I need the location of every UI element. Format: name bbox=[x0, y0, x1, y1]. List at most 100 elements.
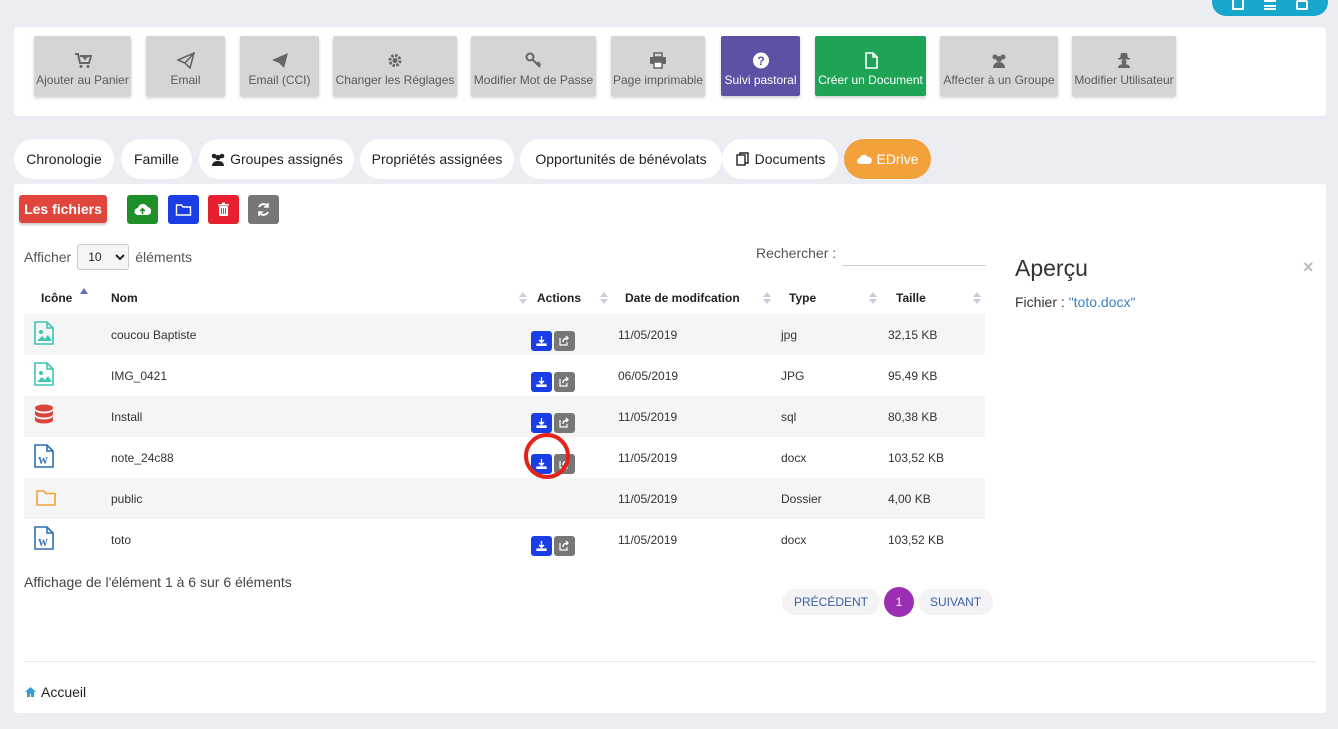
file-date: 11/05/2019 bbox=[612, 478, 775, 519]
print-icon bbox=[649, 52, 667, 69]
change-password-button[interactable]: Modifier Mot de Passe bbox=[471, 36, 596, 96]
row-actions bbox=[531, 371, 575, 392]
tab-groupes[interactable]: Groupes assignés bbox=[199, 139, 354, 179]
column-header-taille[interactable]: Taille bbox=[881, 281, 985, 314]
file-type: JPG bbox=[781, 368, 805, 383]
tab-chronologie[interactable]: Chronologie bbox=[14, 139, 114, 179]
file-name[interactable]: toto bbox=[111, 519, 531, 560]
tab-opportunites[interactable]: Opportunités de bénévolats bbox=[520, 139, 722, 179]
search-input[interactable] bbox=[842, 240, 987, 266]
preview-file-name[interactable]: "toto.docx" bbox=[1069, 294, 1136, 310]
pastoral-care-label: Suivi pastoral bbox=[724, 73, 797, 87]
file-name[interactable]: coucou Baptiste bbox=[111, 314, 531, 355]
table-row[interactable]: IMG_0421 06/05/2019 JPG 95,49 KB bbox=[24, 355, 985, 396]
tab-documents[interactable]: Documents bbox=[722, 139, 838, 179]
column-label: Icône bbox=[41, 290, 73, 305]
toolbar-card: Ajouter au Panier Email Email (CCI) Chan… bbox=[14, 27, 1326, 116]
new-folder-button[interactable] bbox=[168, 195, 199, 224]
page-1-button[interactable]: 1 bbox=[884, 587, 915, 617]
tab-edrive[interactable]: EDrive bbox=[844, 139, 931, 179]
column-label: Actions bbox=[537, 290, 582, 305]
box-icon[interactable] bbox=[1232, 0, 1244, 10]
list-icon[interactable] bbox=[1264, 0, 1276, 10]
file-size: 4,00 KB bbox=[881, 478, 985, 519]
change-settings-button[interactable]: Changer les Réglages bbox=[333, 36, 457, 96]
column-header-actions[interactable]: Actions bbox=[531, 281, 612, 314]
download-button[interactable] bbox=[531, 453, 552, 474]
email-button[interactable]: Email bbox=[146, 36, 225, 96]
file-name[interactable]: Install bbox=[111, 396, 531, 437]
share-icon bbox=[559, 376, 569, 387]
prev-page-button[interactable]: PRÉCÉDENT bbox=[782, 589, 881, 615]
upload-button[interactable] bbox=[127, 195, 158, 224]
file-name[interactable]: public bbox=[111, 478, 531, 519]
assign-group-button[interactable]: Affecter à un Groupe bbox=[940, 36, 1058, 96]
change-settings-label: Changer les Réglages bbox=[335, 73, 455, 87]
table-row[interactable]: coucou Baptiste 11/05/2019 jpg 32,15 KB bbox=[24, 314, 985, 355]
file-name[interactable]: IMG_0421 bbox=[111, 355, 531, 396]
tab-famille[interactable]: Famille bbox=[121, 139, 192, 179]
close-icon[interactable]: × bbox=[1303, 257, 1314, 278]
length-prefix: Afficher bbox=[24, 249, 72, 265]
share-icon[interactable] bbox=[1296, 0, 1308, 10]
actions-cell bbox=[531, 314, 612, 355]
length-suffix: éléments bbox=[135, 249, 193, 265]
tab-proprietes[interactable]: Propriétés assignées bbox=[360, 139, 514, 179]
users-icon bbox=[210, 152, 226, 166]
share-button[interactable] bbox=[554, 371, 575, 392]
cloud-upload-icon bbox=[134, 203, 151, 216]
icon-cell: W bbox=[24, 437, 111, 478]
share-button[interactable] bbox=[554, 535, 575, 556]
home-link[interactable]: Accueil bbox=[24, 684, 86, 700]
refresh-button[interactable] bbox=[248, 195, 279, 224]
column-label: Nom bbox=[111, 290, 138, 305]
paper-plane-icon bbox=[271, 52, 289, 69]
table-row[interactable]: W note_24c88 11/05/2019 docx 103,52 KB bbox=[24, 437, 985, 478]
edit-user-button[interactable]: Modifier Utilisateur bbox=[1072, 36, 1176, 96]
copy-icon bbox=[735, 152, 751, 166]
pastoral-care-button[interactable]: ? Suivi pastoral bbox=[721, 36, 800, 96]
gear-icon bbox=[386, 52, 404, 69]
share-button[interactable] bbox=[554, 453, 575, 474]
table-row[interactable]: public 11/05/2019 Dossier 4,00 KB bbox=[24, 478, 985, 519]
share-button[interactable] bbox=[554, 412, 575, 433]
image-file-icon bbox=[34, 321, 54, 345]
svg-text:W: W bbox=[38, 538, 48, 549]
table-row[interactable]: W toto 11/05/2019 docx 103,52 KB bbox=[24, 519, 985, 560]
page-length-select[interactable]: 10 bbox=[77, 244, 130, 270]
next-page-button[interactable]: SUIVANT bbox=[918, 589, 994, 615]
add-to-cart-button[interactable]: Ajouter au Panier bbox=[34, 36, 131, 96]
sort-icon bbox=[763, 292, 771, 304]
column-header-date[interactable]: Date de modifcation bbox=[612, 281, 775, 314]
file-type: Dossier bbox=[775, 478, 881, 519]
column-header-type[interactable]: Type bbox=[775, 281, 881, 314]
tab-label: EDrive bbox=[876, 151, 919, 167]
tab-label: Opportunités de bénévolats bbox=[535, 151, 707, 167]
share-button[interactable] bbox=[554, 330, 575, 351]
edrive-card: Les fichiers Afficher 10 éléments Recher… bbox=[14, 184, 1326, 713]
download-button[interactable] bbox=[531, 371, 552, 392]
download-button[interactable] bbox=[531, 412, 552, 433]
table-row[interactable]: Install 11/05/2019 sql 80,38 KB bbox=[24, 396, 985, 437]
table-header-row: Icône Nom Actions Date de modifcation Ty… bbox=[24, 281, 985, 314]
share-icon bbox=[559, 458, 569, 469]
file-name[interactable]: note_24c88 bbox=[111, 437, 531, 478]
download-button[interactable] bbox=[531, 330, 552, 351]
trash-icon bbox=[218, 202, 229, 216]
download-button[interactable] bbox=[531, 535, 552, 556]
svg-text:?: ? bbox=[757, 54, 764, 68]
sort-asc-icon bbox=[80, 288, 88, 294]
printable-page-button[interactable]: Page imprimable bbox=[611, 36, 705, 96]
actions-cell bbox=[531, 355, 612, 396]
file-size: 32,15 KB bbox=[881, 314, 985, 355]
column-header-nom[interactable]: Nom bbox=[111, 281, 531, 314]
cloud-icon bbox=[856, 152, 873, 166]
create-document-button[interactable]: Créer un Document bbox=[815, 36, 926, 96]
sort-icon bbox=[519, 292, 527, 304]
folder-icon bbox=[175, 204, 192, 216]
column-header-icone[interactable]: Icône bbox=[24, 281, 111, 314]
column-label: Date de modifcation bbox=[625, 290, 740, 305]
floating-menu[interactable] bbox=[1212, 0, 1328, 16]
email-cci-button[interactable]: Email (CCI) bbox=[240, 36, 319, 96]
delete-button[interactable] bbox=[208, 195, 239, 224]
